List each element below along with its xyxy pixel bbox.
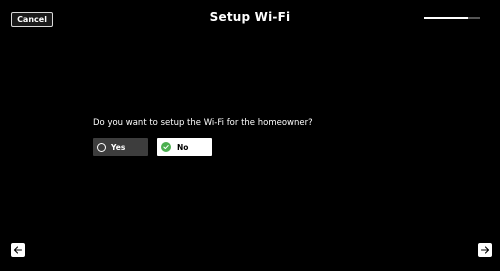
option-no-button[interactable]: No — [157, 138, 212, 156]
arrow-right-icon — [480, 246, 490, 254]
progress-fill — [424, 17, 468, 19]
back-button[interactable] — [11, 243, 25, 257]
checkmark-icon — [163, 145, 169, 150]
arrow-left-icon — [13, 246, 23, 254]
radio-unchecked-icon — [97, 142, 106, 152]
setup-wifi-screen: Cancel Setup Wi-Fi Do you want to setup … — [0, 0, 500, 271]
radio-checked-icon — [161, 142, 171, 152]
wifi-question: Do you want to setup the Wi-Fi for the h… — [93, 118, 313, 128]
option-no-label: No — [177, 142, 189, 152]
option-yes-button[interactable]: Yes — [93, 138, 148, 156]
next-button[interactable] — [478, 243, 492, 257]
option-yes-label: Yes — [111, 142, 126, 152]
progress-indicator — [424, 17, 480, 19]
